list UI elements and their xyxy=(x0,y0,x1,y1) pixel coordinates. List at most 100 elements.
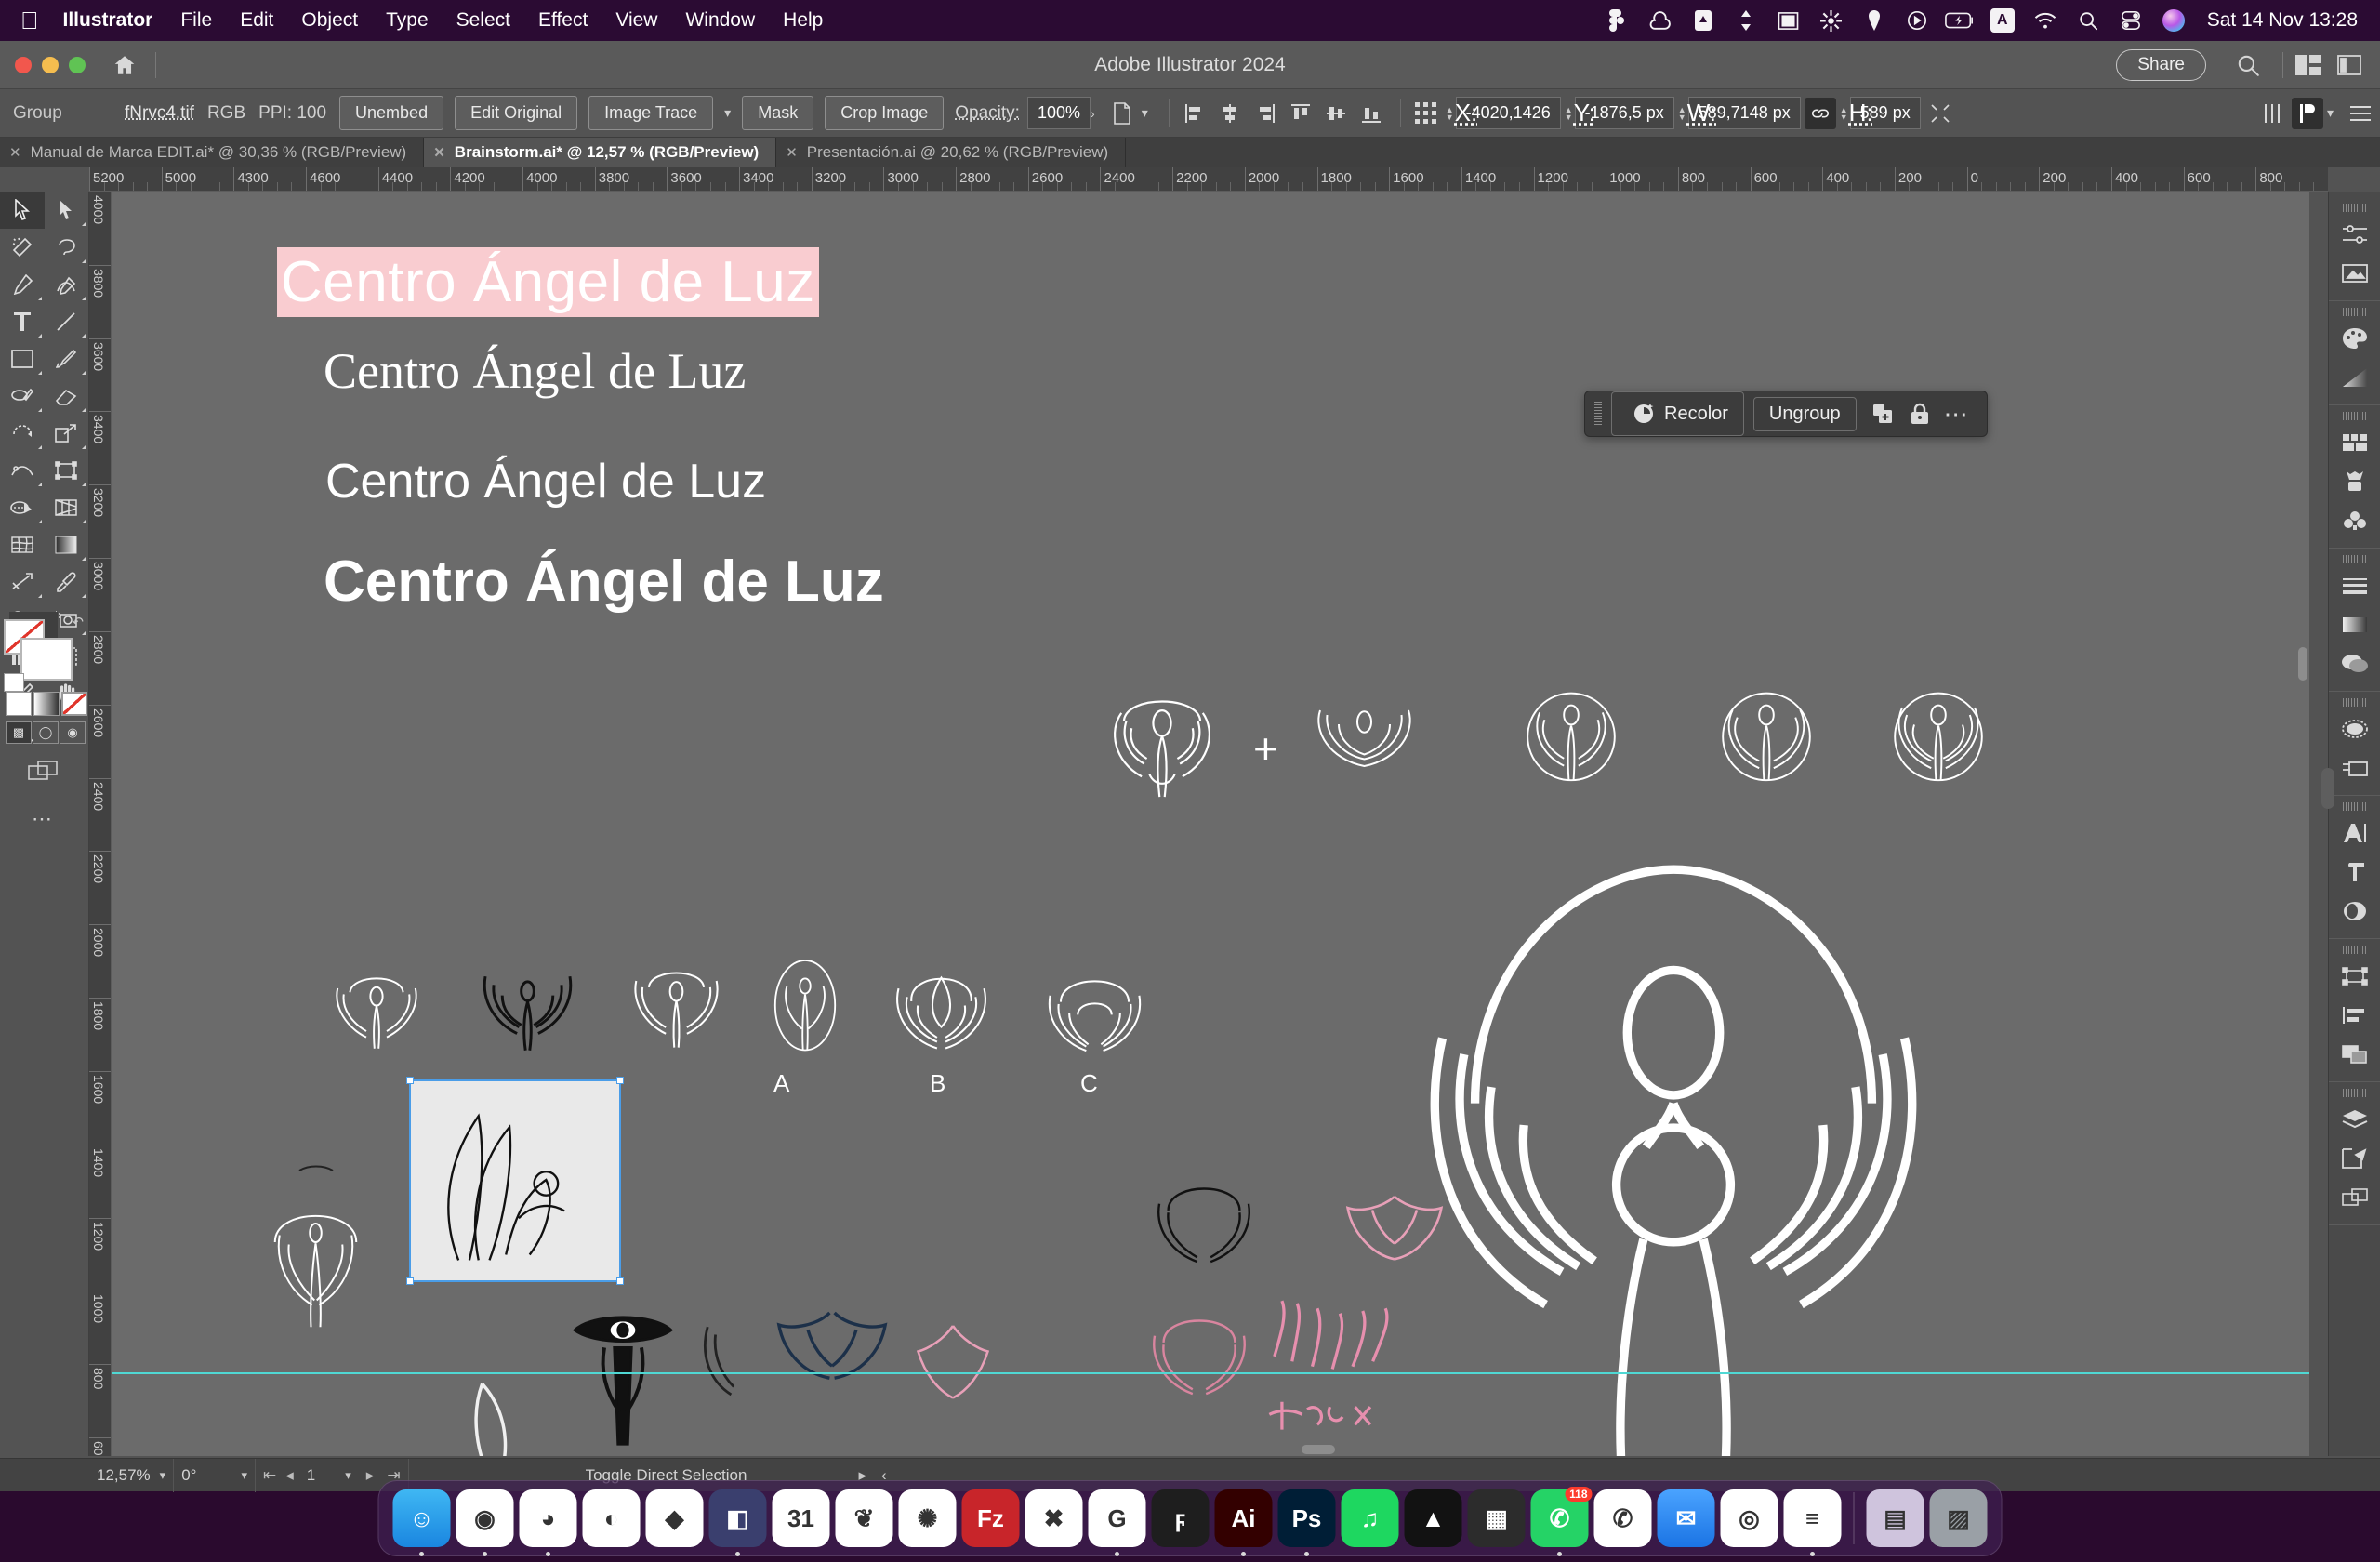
curvature-tool[interactable] xyxy=(45,266,89,303)
siri-icon[interactable] xyxy=(2157,7,2190,34)
pathfinder-icon[interactable] xyxy=(2329,1035,2380,1074)
zoom-chevron-down-icon[interactable]: ▾ xyxy=(160,1468,166,1483)
draw-mode-buttons[interactable]: ▩ ◯ ◉ xyxy=(6,721,86,744)
dock-app-arc[interactable]: ◆ xyxy=(646,1489,704,1547)
crop-image-button[interactable]: Crop Image xyxy=(825,96,944,130)
angel-logo-row2-A[interactable] xyxy=(623,958,730,1058)
angel-logo-row2-6[interactable] xyxy=(1041,960,1148,1057)
none-swatch-button[interactable] xyxy=(61,692,87,716)
opacity-input[interactable]: 100% xyxy=(1027,97,1091,129)
canvas-vertical-scroll-thumb[interactable] xyxy=(2298,647,2307,681)
appearance-icon[interactable] xyxy=(2329,709,2380,748)
font-settings-icon[interactable] xyxy=(2292,98,2323,129)
curve-sketch-left[interactable] xyxy=(465,1372,539,1456)
layers-icon[interactable] xyxy=(2329,1100,2380,1139)
close-tab-icon[interactable]: ✕ xyxy=(786,144,798,161)
dock-app-trash[interactable]: ▨ xyxy=(1930,1489,1988,1547)
zoom-level-field[interactable]: 12,57% ▾ xyxy=(89,1459,174,1492)
menu-item-illustrator[interactable]: Illustrator xyxy=(63,9,153,32)
control-center-icon[interactable] xyxy=(2114,7,2148,34)
lock-icon[interactable] xyxy=(1903,398,1937,430)
font-chevron-down-icon[interactable]: ▾ xyxy=(2327,105,2334,121)
menu-item-file[interactable]: File xyxy=(180,9,212,32)
angel-sketch-black-eye[interactable] xyxy=(567,1305,679,1454)
symbols-icon[interactable] xyxy=(2329,501,2380,540)
menu-item-window[interactable]: Window xyxy=(685,9,755,32)
dock-app-instagram[interactable]: ◎ xyxy=(1721,1489,1778,1547)
width-group[interactable]: W: ▲ ▼ 589,7148 px xyxy=(1678,97,1801,129)
unembed-button[interactable]: Unembed xyxy=(339,96,443,130)
wifi-icon[interactable] xyxy=(2029,7,2062,34)
pink-brush-strokes[interactable] xyxy=(1255,1293,1422,1456)
gradient-icon[interactable] xyxy=(2329,358,2380,397)
color-palette-icon[interactable] xyxy=(2329,319,2380,358)
drive-icon[interactable] xyxy=(1686,7,1720,34)
chain-link-icon[interactable] xyxy=(1805,98,1836,129)
selection-handle-tl[interactable] xyxy=(406,1077,414,1084)
properties-icon[interactable] xyxy=(2329,215,2380,254)
rotate-tool[interactable] xyxy=(0,415,45,452)
recolor-button[interactable]: Recolor xyxy=(1611,391,1744,436)
ungroup-button[interactable]: Ungroup xyxy=(1753,397,1857,431)
document-setup-chevron-down-icon[interactable]: ▾ xyxy=(1142,105,1148,121)
angel-logo-top-1[interactable] xyxy=(1097,682,1227,803)
canvas-scroll-thumb[interactable] xyxy=(1302,1445,1335,1454)
sketch-fragment-left[interactable] xyxy=(298,1163,335,1176)
fill-swatch[interactable] xyxy=(20,638,73,681)
free-transform-tool[interactable] xyxy=(45,452,89,489)
gradient-panel-icon[interactable] xyxy=(2329,605,2380,644)
tools-panel[interactable]: ? ↶ ▩ ◯ ◉ xyxy=(0,192,89,1456)
selection-tool[interactable] xyxy=(0,192,45,229)
panel-menu-icon[interactable] xyxy=(2345,98,2376,129)
align-top-icon[interactable] xyxy=(1285,98,1316,129)
window-controls[interactable] xyxy=(15,57,96,73)
document-tab-presentacion[interactable]: ✕ Presentación.ai @ 20,62 % (RGB/Preview… xyxy=(776,138,1126,167)
default-fill-stroke-icon[interactable] xyxy=(4,673,24,692)
menu-item-object[interactable]: Object xyxy=(301,9,358,32)
angel-logo-pink-1[interactable] xyxy=(1148,1166,1260,1273)
linked-file-name[interactable]: fNrvc4.tif xyxy=(125,103,194,124)
character-icon[interactable] xyxy=(2329,814,2380,853)
dock-app-reminders[interactable]: ≡ xyxy=(1784,1489,1842,1547)
pen-tool[interactable] xyxy=(0,266,45,303)
eyedropper-tool[interactable] xyxy=(45,563,89,601)
w-stepper[interactable]: ▲ ▼ xyxy=(1678,106,1686,121)
control-properties-bar[interactable]: Group fNrvc4.tif RGB PPI: 100 Unembed Ed… xyxy=(0,89,2380,138)
wings-pink-outline[interactable] xyxy=(911,1317,995,1410)
home-icon[interactable] xyxy=(112,53,137,77)
align-left-icon[interactable] xyxy=(1179,98,1210,129)
dock-app-evernote[interactable]: ❦ xyxy=(836,1489,893,1547)
artboards-icon[interactable] xyxy=(2329,1139,2380,1178)
horizontal-ruler[interactable]: 5200 5000 4300 4600 4400 4200 4000 3800 3600 3400… xyxy=(89,167,2328,192)
rectangle-tool[interactable] xyxy=(0,340,45,377)
document-tab-manual-de-marca[interactable]: ✕ Manual de Marca EDIT.ai* @ 30,36 % (RG… xyxy=(0,138,424,167)
x-stepper[interactable]: ▲ ▼ xyxy=(1446,106,1454,121)
lasso-tool[interactable] xyxy=(45,229,89,266)
selection-handle-bl[interactable] xyxy=(406,1277,414,1285)
angel-logo-hero[interactable] xyxy=(1413,842,1934,1456)
align-center-vertical-icon[interactable] xyxy=(1320,98,1352,129)
paragraph-icon[interactable] xyxy=(2329,853,2380,892)
dock-app-whatsapp[interactable]: ✆ xyxy=(1594,1489,1652,1547)
scale-tool[interactable] xyxy=(45,415,89,452)
align-center-horizontal-icon[interactable] xyxy=(1214,98,1246,129)
y-position-group[interactable]: Y: ▲ ▼ -1876,5 px xyxy=(1565,97,1674,129)
first-artboard-icon[interactable]: ⇤ xyxy=(263,1466,276,1485)
figma-icon[interactable] xyxy=(1601,7,1634,34)
dock-app-google[interactable]: G xyxy=(1089,1489,1146,1547)
opentype-icon[interactable] xyxy=(2329,892,2380,931)
edit-original-button[interactable]: Edit Original xyxy=(455,96,577,130)
text-sample-3[interactable]: Centro Ángel de Luz xyxy=(325,454,766,510)
color-swatch-button[interactable] xyxy=(6,692,32,716)
dock-scroll-thumb[interactable] xyxy=(2321,768,2334,809)
height-group[interactable]: H: ▲ ▼ 589 px xyxy=(1840,97,1921,129)
perspective-grid-tool[interactable] xyxy=(45,489,89,526)
dock-app-spotify[interactable]: ♫ xyxy=(1342,1489,1399,1547)
y-stepper[interactable]: ▲ ▼ xyxy=(1565,106,1573,121)
shaper-tool[interactable] xyxy=(0,377,45,415)
keyboard-input-a-icon[interactable]: A xyxy=(1986,7,2019,34)
x-position-group[interactable]: X: ▲ ▼ -4020,1426 xyxy=(1446,97,1561,129)
dock-app-illustrator[interactable]: Ai xyxy=(1215,1489,1273,1547)
wings-dark-blue[interactable] xyxy=(772,1298,892,1400)
menu-item-select[interactable]: Select xyxy=(456,9,510,32)
